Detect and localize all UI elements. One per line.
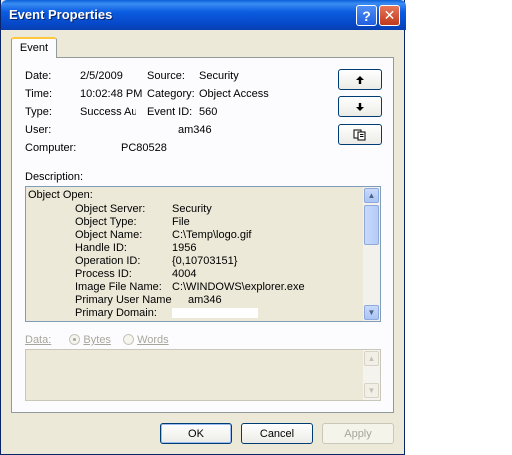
next-event-button[interactable] <box>338 96 382 117</box>
scroll-down-icon[interactable]: ▼ <box>364 305 379 320</box>
scroll-down-icon[interactable]: ▼ <box>364 383 379 398</box>
type-value: Success Au <box>80 106 136 118</box>
event-id-label: Event ID: <box>147 106 193 118</box>
description-scrollbar[interactable]: ▲ ▼ <box>363 187 380 321</box>
data-textbox[interactable]: ▲ ▼ <box>25 349 381 401</box>
computer-value: PC80528 <box>121 142 167 154</box>
title-bar[interactable]: Event Properties ? ✕ <box>1 0 406 30</box>
time-label: Time: <box>25 88 53 100</box>
ok-button[interactable]: OK <box>160 423 232 444</box>
close-button[interactable]: ✕ <box>379 5 400 26</box>
category-value: Object Access <box>199 88 269 100</box>
type-label: Type: <box>25 106 52 118</box>
words-radio[interactable]: Words <box>123 334 169 346</box>
help-icon: ? <box>362 7 371 24</box>
date-label: Date: <box>25 70 52 82</box>
arrow-up-icon <box>356 75 364 84</box>
source-value: Security <box>199 70 239 82</box>
copy-icon <box>353 129 366 140</box>
event-properties-window: Event Properties ? ✕ Event Date: 2/5/200… <box>0 0 406 455</box>
description-label: Description: <box>25 171 84 183</box>
description-heading: Object Open: <box>28 189 93 201</box>
bytes-radio[interactable]: Bytes <box>69 334 111 346</box>
data-label: Data: <box>25 334 52 346</box>
time-value: 10:02:48 PM <box>80 88 143 100</box>
data-format-row: Data: Bytes Words <box>25 334 169 346</box>
source-label: Source: <box>147 70 185 82</box>
computer-label: Computer: <box>25 142 77 154</box>
previous-event-button[interactable] <box>338 69 382 90</box>
description-textbox[interactable]: Object Open: Object Server: Security Obj… <box>25 186 381 322</box>
scroll-up-icon[interactable]: ▲ <box>364 351 379 366</box>
user-value: am346 <box>178 124 212 136</box>
scroll-up-icon[interactable]: ▲ <box>364 188 379 203</box>
event-id-value: 560 <box>199 106 218 118</box>
arrow-down-icon <box>356 102 364 111</box>
user-label: User: <box>25 124 52 136</box>
copy-event-button[interactable] <box>338 124 382 145</box>
category-label: Category: <box>147 88 195 100</box>
scroll-thumb[interactable] <box>364 205 379 245</box>
cancel-button[interactable]: Cancel <box>241 423 313 444</box>
close-icon: ✕ <box>383 7 396 23</box>
apply-button[interactable]: Apply <box>322 423 394 444</box>
help-button[interactable]: ? <box>356 5 377 26</box>
data-scrollbar[interactable]: ▲ ▼ <box>363 350 380 400</box>
tab-event[interactable]: Event <box>11 37 57 58</box>
window-title: Event Properties <box>9 7 113 22</box>
date-value: 2/5/2009 <box>80 70 123 82</box>
